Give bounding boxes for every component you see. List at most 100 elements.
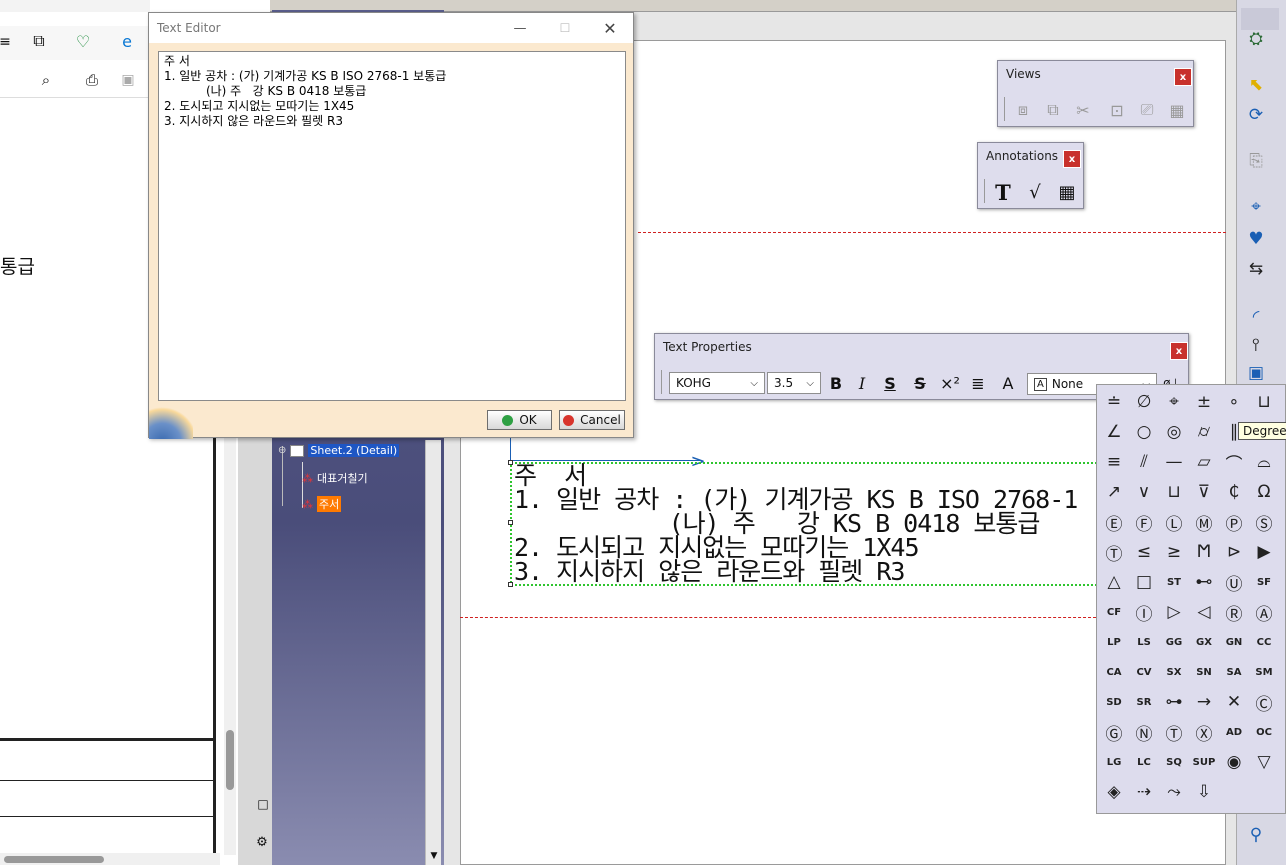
palette-symbol-button[interactable]: ∅ [1129,387,1159,417]
palette-symbol-button[interactable]: ⌓ [1249,447,1279,477]
tree-item-notes[interactable]: ⁂ 주서 [302,496,342,512]
cancel-button[interactable]: Cancel [559,410,625,430]
palette-symbol-button[interactable]: Ⓧ [1189,717,1219,747]
print-icon[interactable]: ⎙ [82,70,102,90]
palette-symbol-button[interactable]: LG [1099,747,1129,777]
knot-icon[interactable]: ⚲ [1242,822,1270,848]
palette-symbol-button[interactable]: ∨ [1129,477,1159,507]
projection-view-icon[interactable]: ⧉ [1040,97,1066,123]
palette-symbol-button[interactable]: ⌖ [1159,387,1189,417]
palette-symbol-button[interactable]: ≥ [1159,537,1189,567]
italic-button[interactable]: I [849,370,875,396]
palette-symbol-button[interactable]: LS [1129,627,1159,657]
palette-symbol-button[interactable]: Ⓜ [1189,507,1219,537]
palette-symbol-button[interactable]: Ⓐ [1249,597,1279,627]
minimize-icon[interactable]: — [509,19,531,37]
clipping-view-icon[interactable]: ⎚ [1134,97,1160,123]
close-icon[interactable]: ✕ [599,18,621,38]
palette-symbol-button[interactable]: Ⓤ [1219,567,1249,597]
scroll-down-icon[interactable]: ▼ [428,850,440,862]
palette-symbol-button[interactable]: GN [1219,627,1249,657]
palette-symbol-button[interactable]: → [1189,687,1219,717]
square-icon[interactable]: □ [256,796,270,812]
palette-symbol-button[interactable]: ▱ [1189,447,1219,477]
palette-symbol-button[interactable]: LC [1129,747,1159,777]
palette-symbol-button[interactable]: CF [1099,597,1129,627]
tree-item-roughness[interactable]: ⁂ 대표거칠기 [302,470,368,486]
palette-symbol-button[interactable]: ○ [1129,417,1159,447]
front-view-icon[interactable]: ⧈ [1010,97,1036,123]
strikethrough-button[interactable]: S [907,370,933,396]
palette-symbol-button[interactable]: ≡ [1099,447,1129,477]
palette-symbol-button[interactable]: SQ [1159,747,1189,777]
selection-handle[interactable] [508,520,513,525]
close-icon[interactable]: x [1170,342,1188,360]
palette-symbol-button[interactable]: ▽ [1249,747,1279,777]
workbench-icon[interactable]: ⛭ [1242,26,1270,52]
justify-icon[interactable]: ≣ [965,370,991,396]
palette-symbol-button[interactable]: ± [1189,387,1219,417]
wizard-view-icon[interactable]: ▦ [1164,97,1190,123]
palette-symbol-button[interactable]: SR [1129,687,1159,717]
palette-symbol-button[interactable]: CV [1129,657,1159,687]
palette-symbol-button[interactable]: LP [1099,627,1129,657]
palette-symbol-button[interactable]: ⊶ [1159,687,1189,717]
palette-symbol-button[interactable]: ◉ [1219,747,1249,777]
save-icon[interactable]: ▣ [118,70,138,90]
align-icon[interactable]: ⇆ [1242,256,1270,282]
palette-symbol-button[interactable]: Ⓘ [1129,597,1159,627]
edge-icon[interactable]: e [116,30,138,52]
palette-symbol-button[interactable]: ∠ [1099,417,1129,447]
palette-symbol-button[interactable]: Ⓢ [1249,507,1279,537]
tree-scrollbar[interactable]: ▼ [425,440,441,865]
palette-symbol-button[interactable]: SUP [1189,747,1219,777]
heart-tool-icon[interactable]: ♥ [1242,226,1270,252]
point-icon[interactable]: ⌖ [1242,194,1270,220]
palette-symbol-button[interactable]: SA [1219,657,1249,687]
close-icon[interactable]: x [1174,68,1192,86]
palette-symbol-button[interactable]: ⊔ [1159,477,1189,507]
palette-symbol-button[interactable]: Ⓛ [1159,507,1189,537]
update-icon[interactable]: ⟳ [1242,102,1270,128]
palette-symbol-button[interactable]: ◁ [1189,597,1219,627]
palette-symbol-button[interactable]: Ⓕ [1129,507,1159,537]
palette-symbol-button[interactable]: ◈ [1099,777,1129,807]
health-icon[interactable]: ♡ [72,30,94,52]
size-select[interactable]: 3.5 ⌵ [767,372,821,394]
palette-symbol-button[interactable]: ≤ [1129,537,1159,567]
palette-symbol-button[interactable]: CC [1249,627,1279,657]
arc-icon[interactable]: ◜ [1242,304,1270,330]
palette-symbol-button[interactable]: ↗ [1099,477,1129,507]
superscript-button[interactable]: ×² [937,370,963,396]
palette-symbol-button[interactable]: CA [1099,657,1129,687]
palette-symbol-button[interactable]: ⇩ [1189,777,1219,807]
selection-handle[interactable] [508,582,513,587]
palette-symbol-button[interactable]: Ⓟ [1219,507,1249,537]
palette-symbol-button[interactable]: Ⓡ [1219,597,1249,627]
palette-symbol-button[interactable]: Ⓔ [1099,507,1129,537]
palette-symbol-button[interactable]: Ⓝ [1129,717,1159,747]
text-editor-textarea[interactable]: 주 서 1. 일반 공차 : (가) 기계가공 KS B ISO 2768-1 … [158,51,626,401]
palette-symbol-button[interactable]: ⌒ [1219,447,1249,477]
palette-symbol-button[interactable]: □ [1129,567,1159,597]
palette-symbol-button[interactable]: SD [1099,687,1129,717]
section-view-icon[interactable]: ✂ [1070,97,1096,123]
palette-symbol-button[interactable]: ▷ [1159,597,1189,627]
palette-symbol-button[interactable]: ⇢ [1129,777,1159,807]
palette-symbol-button[interactable]: ⊳ [1219,537,1249,567]
table-tool-icon[interactable]: ▦ [1054,179,1080,205]
palette-symbol-button[interactable]: ◎ [1159,417,1189,447]
bold-button[interactable]: B [823,370,849,396]
ok-button[interactable]: OK [487,410,552,430]
close-icon[interactable]: x [1063,150,1081,168]
palette-symbol-button[interactable]: Ⓣ [1099,537,1129,567]
palette-symbol-button[interactable]: Ϻ [1189,537,1219,567]
palette-symbol-button[interactable]: Ω [1249,477,1279,507]
palette-symbol-button[interactable]: Ⓒ [1249,687,1279,717]
palette-symbol-button[interactable]: ∘ [1219,387,1249,417]
gear-icon[interactable]: ⚙ [254,834,270,850]
palette-symbol-button[interactable]: SN [1189,657,1219,687]
palette-symbol-button[interactable]: — [1159,447,1189,477]
text-tool-icon[interactable]: T [990,179,1016,205]
drawing-text-block[interactable]: 주 서 1. 일반 공차 : (가) 기계가공 KS B ISO 2768-1 (… [510,462,1125,586]
